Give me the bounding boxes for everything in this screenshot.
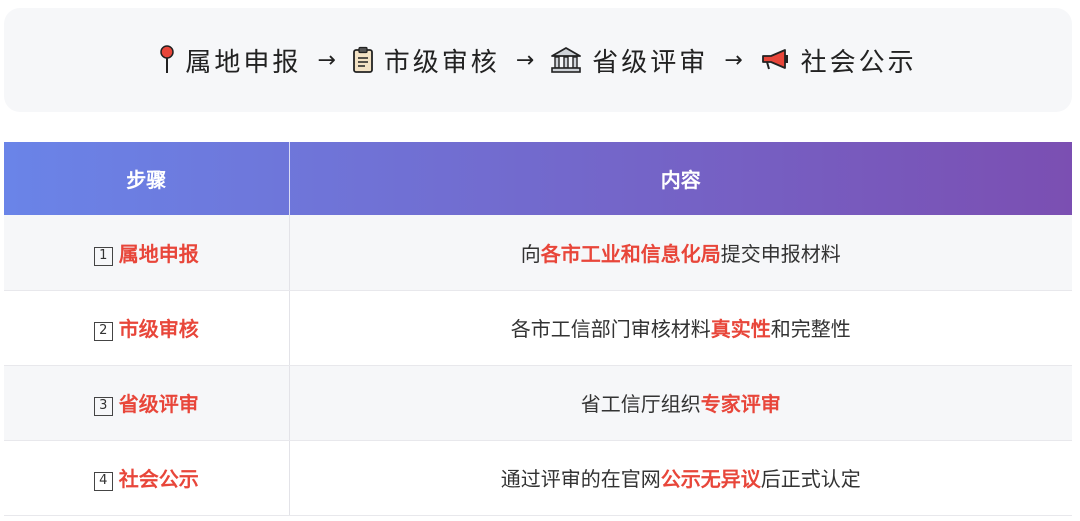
step-cell: 1 属地申报 xyxy=(4,215,290,291)
content-cell: 通过评审的在官网公示无异议后正式认定 xyxy=(289,440,1072,516)
content-text: 和完整性 xyxy=(770,317,851,341)
flow-step-public-notice: 社会公示 xyxy=(759,42,917,79)
clipboard-icon xyxy=(352,46,374,74)
step-name: 社会公示 xyxy=(118,467,199,491)
content-cell: 各市工信部门审核材料真实性和完整性 xyxy=(289,290,1072,366)
flow-step-local-declaration: 属地申报 xyxy=(159,42,301,79)
content-cell: 省工信厅组织专家评审 xyxy=(289,365,1072,441)
process-flow-banner: 属地申报 → 市级审核 → 省级评审 → 社会公示 xyxy=(4,8,1072,112)
step-name: 市级审核 xyxy=(118,317,199,341)
content-text: 通过评审的在官网 xyxy=(500,467,661,491)
content-text: 后正式认定 xyxy=(760,467,861,491)
step-number: 1 xyxy=(93,246,113,266)
step-cell: 2 市级审核 xyxy=(4,290,290,366)
table-row: 4 社会公示 通过评审的在官网公示无异议后正式认定 xyxy=(4,440,1072,516)
content-text: 提交申报材料 xyxy=(720,241,841,266)
flow-step-label: 市级审核 xyxy=(383,47,500,78)
table-row: 3 省级评审 省工信厅组织专家评审 xyxy=(4,365,1072,441)
content-text: 向 xyxy=(520,241,541,266)
content-highlight: 各市工业和信息化局 xyxy=(540,241,721,266)
flow-arrow: → xyxy=(724,47,743,73)
content-highlight: 公示无异议 xyxy=(660,467,761,491)
flow-arrow: → xyxy=(515,47,535,73)
step-name: 属地申报 xyxy=(118,241,199,266)
step-number: 2 xyxy=(93,322,113,341)
flow-step-label: 社会公示 xyxy=(800,47,917,78)
step-cell: 3 省级评审 xyxy=(4,365,290,441)
content-highlight: 真实性 xyxy=(710,317,771,341)
flow-step-city-review: 市级审核 xyxy=(352,42,500,79)
table-row: 2 市级审核 各市工信部门审核材料真实性和完整性 xyxy=(4,290,1072,366)
flow-step-province-review: 省级评审 xyxy=(550,42,708,79)
content-cell: 向各市工业和信息化局提交申报材料 xyxy=(289,215,1072,291)
steps-table: 步骤 内容 1 属地申报 向各市工业和信息化局提交申报材料 2 市级审核 各市工信部… xyxy=(4,142,1072,516)
pushpin-icon xyxy=(159,45,175,75)
table-header-row: 步骤 内容 xyxy=(4,142,1072,215)
step-number: 3 xyxy=(93,397,113,416)
process-flow: 属地申报 → 市级审核 → 省级评审 → 社会公示 xyxy=(159,42,916,79)
content-text: 省工信厅组织 xyxy=(580,392,701,416)
step-name: 省级评审 xyxy=(118,392,199,416)
step-number: 4 xyxy=(93,472,113,491)
bank-icon xyxy=(550,46,582,74)
flow-arrow: → xyxy=(317,47,336,73)
header-step: 步骤 xyxy=(4,142,290,215)
header-content: 内容 xyxy=(660,168,701,192)
flow-step-label: 属地申报 xyxy=(185,47,302,78)
megaphone-icon xyxy=(759,47,791,73)
flow-step-label: 省级评审 xyxy=(592,47,709,78)
table-row: 1 属地申报 向各市工业和信息化局提交申报材料 xyxy=(4,215,1072,291)
content-highlight: 专家评审 xyxy=(700,392,781,416)
step-cell: 4 社会公示 xyxy=(4,440,290,516)
content-text: 各市工信部门审核材料 xyxy=(510,317,711,341)
